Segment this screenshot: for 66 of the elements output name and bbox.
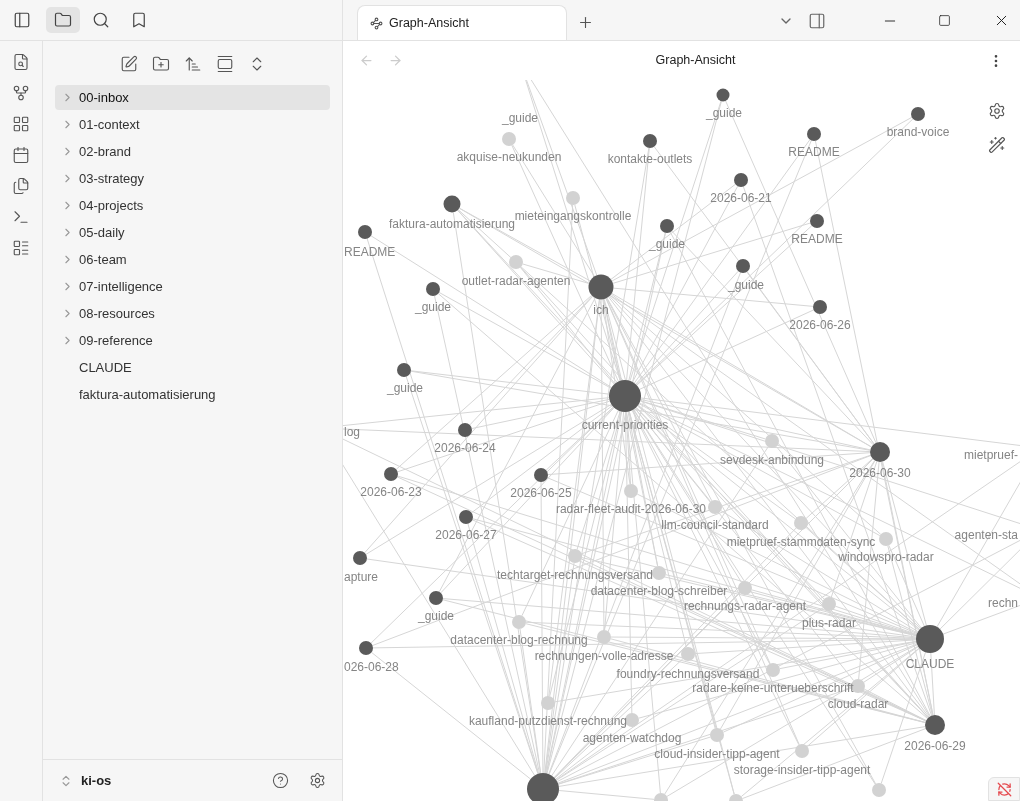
file-tree-item[interactable]: 07-intelligence xyxy=(55,274,330,299)
node-label: mietpruef- xyxy=(963,448,1018,463)
file-tree-item[interactable]: CLAUDE xyxy=(55,355,330,380)
node-label: README xyxy=(344,245,396,260)
node-label: CLAUDE xyxy=(905,657,955,672)
file-tree-item[interactable]: 04-projects xyxy=(55,193,330,218)
node-label: current-priorities xyxy=(581,418,669,433)
node-label: _guide xyxy=(728,278,764,293)
file-tree-item[interactable]: 09-reference xyxy=(55,328,330,353)
node-label: cloud-insider-tipp-agent xyxy=(654,747,780,762)
node-label: 2026-06-29 xyxy=(904,739,966,754)
node-label: techtarget-rechnungsversand xyxy=(496,568,654,583)
node-label: 2026-06-27 xyxy=(435,528,497,543)
node-label: 2026-06-21 xyxy=(710,191,772,206)
node-label: _guide xyxy=(418,609,454,624)
node-label: akquise-neukunden xyxy=(456,150,562,165)
node-label: _guide xyxy=(706,106,742,121)
vault-name[interactable]: ki-os xyxy=(81,770,112,791)
node-label: llm-council-standard xyxy=(661,518,769,533)
node-label: sevdesk-anbindung xyxy=(719,453,825,468)
node-label: 2026-06-30 xyxy=(849,466,911,481)
node-label: cloud-radar xyxy=(827,697,889,712)
node-label: mieteingangskontrolle xyxy=(514,209,632,224)
node-label: rechn xyxy=(987,596,1018,611)
tab[interactable]: Graph-Ansicht xyxy=(357,5,567,40)
node-label: storage-insider-tipp-agent xyxy=(733,763,871,778)
node-label: _guide xyxy=(387,381,423,396)
node-label: 2026-06-25 xyxy=(510,486,572,501)
node-label: kontakte-outlets xyxy=(607,152,693,167)
node-label: datacenter-blog-schreiber xyxy=(590,584,728,599)
file-tree-item[interactable]: 06-team xyxy=(55,247,330,272)
node-label: 2026-06-23 xyxy=(360,485,422,500)
node-label: radar-fleet-audit-2026-06-30 xyxy=(555,502,707,517)
node-label: datacenter-blog-rechnung xyxy=(450,633,588,648)
node-label: plus-radar xyxy=(802,616,856,631)
node-label: agenten-watchdog xyxy=(582,731,682,746)
file-tree-item[interactable]: 08-resources xyxy=(55,301,330,326)
node-label: windowspro-radar xyxy=(838,550,934,565)
node-label: _guide xyxy=(415,300,451,315)
view-title: Graph-Ansicht xyxy=(655,52,736,70)
file-tree-item[interactable]: 02-brand xyxy=(55,139,330,164)
node-label: radare-keine-unterueberschrift xyxy=(692,681,854,696)
file-tree-item[interactable]: 03-strategy xyxy=(55,166,330,191)
file-tree-item[interactable]: 00-inbox xyxy=(55,85,330,110)
file-tree-item[interactable]: 01-context xyxy=(55,112,330,137)
node-label: 026-06-28 xyxy=(344,660,399,675)
node-label: brand-voice xyxy=(886,125,950,140)
node-label: _guide xyxy=(649,237,685,252)
node-label: faktura-automatisierung xyxy=(388,217,516,232)
node-label: agenten-sta xyxy=(954,528,1018,543)
node-label: README xyxy=(788,145,840,160)
node-label: foundry-rechnungsversand xyxy=(616,667,760,682)
node-label: log xyxy=(344,425,360,440)
file-tree-item[interactable]: faktura-automatisierung xyxy=(55,382,330,407)
node-label: 2026-06-24 xyxy=(434,441,496,456)
node-label: mietpruef-stammdaten-sync xyxy=(726,535,876,550)
node-label: README xyxy=(791,232,843,247)
node-label: _guide xyxy=(502,111,538,126)
node-label: outlet-radar-agenten xyxy=(461,274,571,289)
node-label: apture xyxy=(344,570,379,585)
file-tree-item[interactable]: 05-daily xyxy=(55,220,330,245)
node-label: 2026-06-26 xyxy=(789,318,851,333)
node-label: rechnungs-radar-agent xyxy=(683,599,807,614)
node-label: kaufland-putzdienst-rechnung xyxy=(468,714,628,729)
node-label: ich xyxy=(593,303,609,318)
node-label: rechnungen-volle-adresse xyxy=(534,649,674,664)
